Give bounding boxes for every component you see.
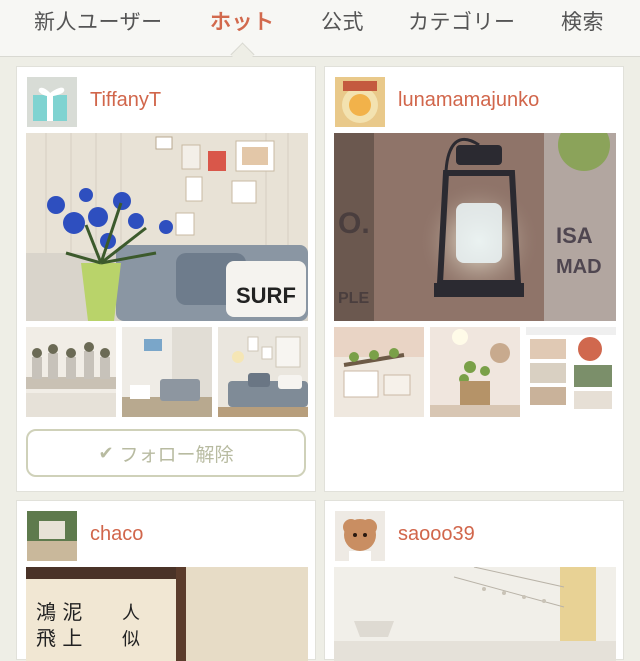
card-header: TiffanyT: [17, 67, 315, 129]
user-card: TiffanyT SURF ✔ フォロー解除: [16, 66, 316, 492]
thumbnail-photo[interactable]: [218, 327, 308, 417]
username[interactable]: lunamamajunko: [398, 89, 539, 112]
svg-text:人: 人: [122, 603, 140, 624]
username[interactable]: TiffanyT: [90, 89, 161, 112]
main-photo[interactable]: [334, 567, 616, 661]
user-card: saooo39: [324, 500, 624, 661]
thumbnail-photo[interactable]: [334, 327, 424, 417]
svg-text:PLE: PLE: [338, 290, 369, 307]
tab-category[interactable]: カテゴリー: [408, 6, 516, 34]
card-header: lunamamajunko: [325, 67, 623, 129]
svg-text:O.: O.: [338, 207, 370, 240]
tab-new-users[interactable]: 新人ユーザー: [34, 6, 163, 34]
main-photo[interactable]: ISA MAD O. PLE: [334, 133, 616, 321]
avatar[interactable]: [335, 511, 385, 561]
user-card: chaco 鴻 泥 飛 上 人 似: [16, 500, 316, 661]
card-header: chaco: [17, 501, 315, 563]
user-card: lunamamajunko ISA MAD O. PLE: [324, 66, 624, 492]
thumbnail-photo[interactable]: [526, 327, 616, 417]
avatar[interactable]: [27, 77, 77, 127]
main-photo[interactable]: 鴻 泥 飛 上 人 似: [26, 567, 308, 661]
avatar[interactable]: [335, 77, 385, 127]
unfollow-button[interactable]: ✔ フォロー解除: [26, 429, 306, 477]
username[interactable]: saooo39: [398, 523, 475, 546]
thumbnail-photo[interactable]: [430, 327, 520, 417]
check-icon: ✔: [98, 442, 114, 464]
unfollow-button-label: フォロー解除: [119, 443, 234, 466]
card-header: saooo39: [325, 501, 623, 563]
svg-text:MAD: MAD: [556, 256, 602, 278]
thumbnail-photo[interactable]: [122, 327, 212, 417]
avatar[interactable]: [27, 511, 77, 561]
top-tab-bar: 新人ユーザー ホット 公式 カテゴリー 検索: [0, 0, 640, 57]
svg-text:ISA: ISA: [556, 223, 593, 248]
main-photo[interactable]: SURF: [26, 133, 308, 321]
svg-text:飛 上: 飛 上: [36, 626, 82, 650]
tab-hot[interactable]: ホット: [210, 6, 275, 34]
tab-search[interactable]: 検索: [561, 6, 604, 34]
svg-text:鴻 泥: 鴻 泥: [36, 600, 82, 624]
username[interactable]: chaco: [90, 523, 143, 546]
svg-text:SURF: SURF: [236, 283, 296, 308]
tab-official[interactable]: 公式: [321, 6, 364, 34]
thumbnail-photo[interactable]: [26, 327, 116, 417]
